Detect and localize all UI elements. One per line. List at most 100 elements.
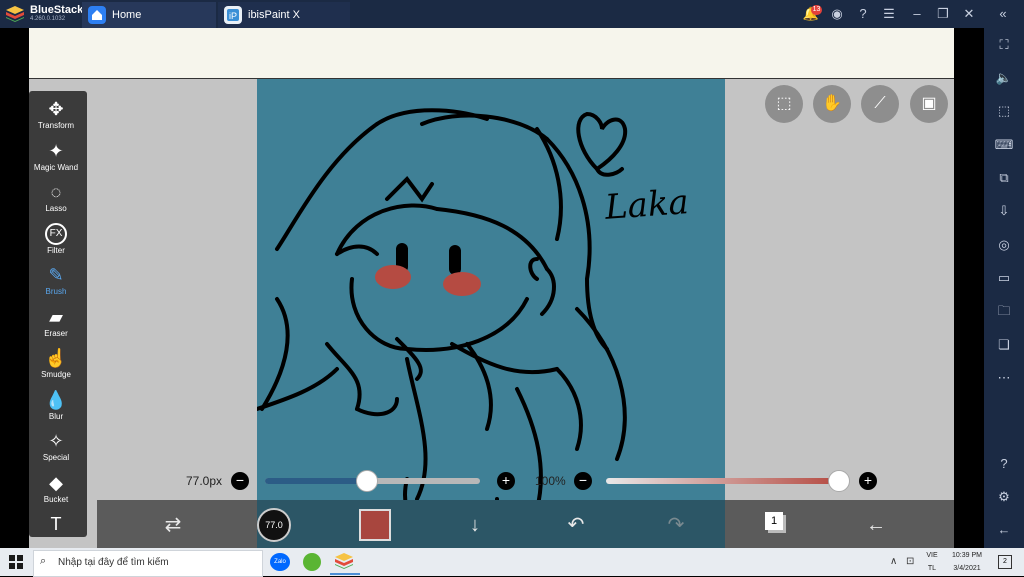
tab-label: ibisPaint X (248, 9, 300, 21)
redo-button[interactable]: ↷ (661, 510, 691, 540)
text-tool-icon: T (50, 514, 62, 534)
lasso-icon: ◌ (50, 182, 62, 202)
tool-text[interactable]: T (29, 513, 83, 536)
smudge-icon: ☝ (44, 348, 68, 368)
back-button[interactable]: ← (861, 510, 891, 540)
fx-icon: FX (45, 222, 67, 245)
clock-time[interactable]: 10:39 PM (944, 552, 990, 559)
tool-transform[interactable]: ✥ Transform (29, 98, 83, 130)
bottom-toolbar-canvas-area (257, 500, 725, 548)
gear-icon[interactable]: ⚙ (993, 486, 1015, 508)
tool-brush[interactable]: ✎ Brush (29, 264, 83, 296)
brush-opacity-label: 100% (535, 474, 566, 488)
tool-eraser[interactable]: ▰ Eraser (29, 306, 83, 338)
selection-frame-button[interactable]: ⬚ (765, 85, 803, 123)
folder-icon[interactable]: 🗀 (993, 300, 1015, 322)
dashed-select-icon: ⬚ (776, 95, 792, 112)
brush-opacity-knob[interactable] (828, 470, 850, 492)
brush-size-label: 77.0px (186, 474, 223, 488)
tool-blur[interactable]: 💧 Blur (29, 389, 83, 421)
screen-record-icon[interactable]: ⧉ (993, 167, 1015, 189)
network-icon[interactable]: ⊡ (906, 556, 914, 567)
size-decrease-button[interactable]: − (231, 472, 249, 490)
app-version: 4.260.0.1032 (30, 16, 66, 22)
language-bottom[interactable]: TL (922, 565, 942, 572)
undo-button[interactable]: ↶ (561, 510, 591, 540)
restore-icon[interactable]: ❐ (934, 5, 952, 23)
move-arrows-icon: ✥ (48, 99, 64, 119)
brush-opacity-slider[interactable] (606, 478, 838, 484)
volume-icon[interactable]: 🔈 (993, 67, 1015, 89)
tool-label: Bucket (43, 494, 69, 504)
hand-tool-button[interactable]: ✋ (813, 85, 851, 123)
tool-lasso[interactable]: ◌ Lasso (29, 181, 83, 213)
tool-filter[interactable]: FX Filter (29, 222, 83, 255)
current-color-swatch[interactable] (359, 509, 391, 541)
ruler-button[interactable]: ⟋ (861, 85, 899, 123)
language-top[interactable]: VIE (922, 552, 942, 559)
blur-drop-icon: 💧 (44, 389, 68, 410)
undo-icon: ↶ (567, 514, 585, 536)
action-center-icon[interactable]: 2 (998, 555, 1012, 569)
game-app-icon[interactable] (303, 553, 321, 571)
tab-label: Home (112, 9, 142, 21)
tab-home[interactable]: Home (82, 2, 216, 28)
bluestacks-taskbar-icon[interactable] (335, 553, 353, 574)
ruler-icon: ⟋ (874, 95, 886, 112)
tool-selection-button[interactable]: ⇄ (158, 510, 188, 540)
close-icon[interactable]: ✕ (960, 5, 978, 23)
settings-menu-icon[interactable]: ☰ (880, 5, 898, 23)
tool-label: Blur (48, 411, 64, 421)
opacity-increase-button[interactable]: + (859, 472, 877, 490)
screenshot-icon[interactable]: ◎ (993, 234, 1015, 256)
collapse-sidebar-icon[interactable]: « (994, 5, 1012, 23)
fullscreen-icon[interactable]: ⛶ (993, 34, 1015, 56)
more-options-icon[interactable]: ⋯ (993, 367, 1015, 389)
tool-label: Special (42, 453, 70, 462)
eraser-icon: ▰ (49, 306, 63, 327)
clock-date[interactable]: 3/4/2021 (944, 565, 990, 572)
special-brush-icon: ✧ (48, 431, 64, 451)
tool-label: Magic Wand (33, 162, 79, 172)
tool-special[interactable]: ✧ Special (29, 430, 83, 462)
arrow-left-icon: ← (866, 514, 886, 536)
windows-start-icon[interactable] (9, 555, 23, 574)
tool-label: Filter (47, 245, 65, 255)
zalo-app-icon[interactable]: Zalo (270, 553, 290, 571)
tab-ibispaint[interactable]: iP ibisPaint X (218, 2, 350, 28)
multi-instance-icon[interactable]: ❏ (993, 334, 1015, 356)
apk-install-icon[interactable]: ⇩ (993, 200, 1015, 222)
brush-size-knob[interactable] (356, 470, 379, 492)
arrow-down-icon: ↓ (470, 514, 480, 536)
minimize-icon[interactable]: – (908, 5, 926, 23)
tool-label: Transform (37, 121, 75, 130)
right-letterbox (954, 28, 984, 548)
help-icon[interactable]: ? (993, 453, 1015, 475)
ibispaint-app-icon: iP (224, 6, 242, 24)
layers-button[interactable]: 1 (765, 512, 783, 530)
brush-size-indicator[interactable]: 77.0 (257, 508, 291, 542)
tool-label: Eraser (44, 328, 68, 338)
tool-magic-wand[interactable]: ✦ Magic Wand (29, 140, 83, 172)
help-icon[interactable]: ? (854, 5, 872, 23)
reference-image-button[interactable]: ▣ (910, 85, 948, 123)
back-arrow-icon[interactable]: ← (993, 519, 1015, 541)
brush-swap-icon: ⇄ (164, 514, 182, 536)
brush-size-fill (265, 478, 367, 484)
tool-smudge[interactable]: ☝ Smudge (29, 347, 83, 379)
search-placeholder: Nhập tại đây để tìm kiếm (58, 557, 169, 568)
account-icon[interactable]: ◉ (828, 5, 846, 23)
artwork-text: Laka (603, 182, 691, 228)
pointer-icon[interactable]: ⬚ (993, 100, 1015, 122)
opacity-decrease-button[interactable]: − (574, 472, 592, 490)
ad-banner (29, 28, 954, 79)
tool-bucket[interactable]: ◆ Bucket (29, 472, 83, 504)
arrow-down-button[interactable]: ↓ (460, 510, 490, 540)
size-increase-button[interactable]: + (497, 472, 515, 490)
tray-expand-icon[interactable]: ∧ (890, 556, 897, 567)
keyboard-icon[interactable]: ⌨ (993, 134, 1015, 156)
video-record-icon[interactable]: ▭ (993, 267, 1015, 289)
notification-badge: 13 (811, 5, 822, 15)
home-icon (88, 6, 106, 24)
tool-label: Brush (45, 287, 67, 296)
